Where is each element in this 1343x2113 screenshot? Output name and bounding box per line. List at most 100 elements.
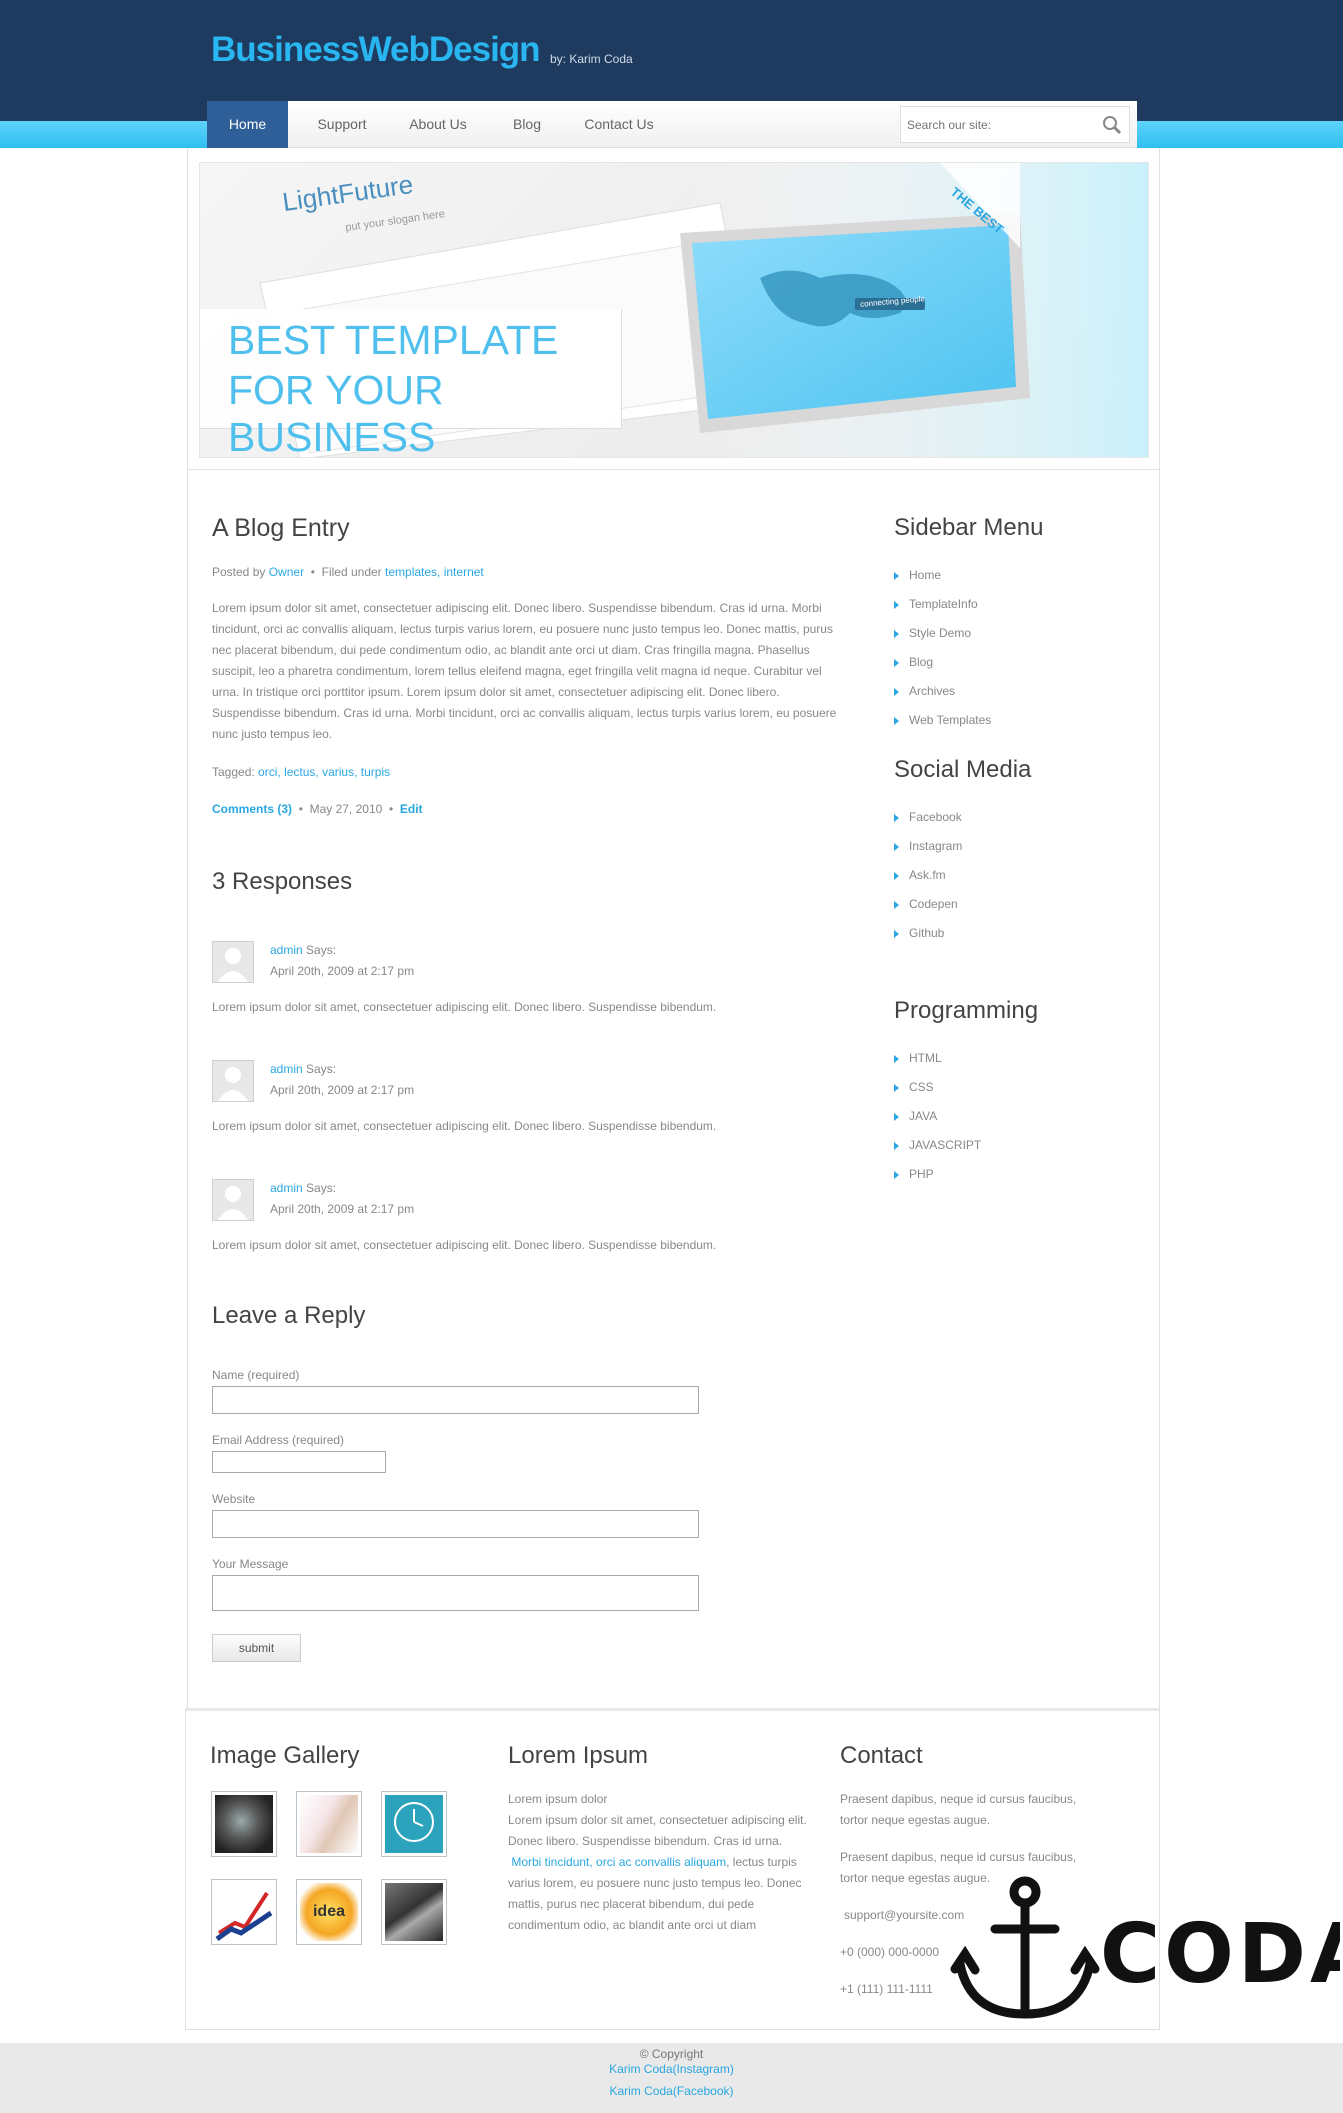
idea-text: idea [312,1903,345,1920]
contact-email-link[interactable]: support@yoursite.com [844,1905,964,1926]
lorem-line: Donec libero. Suspendisse bibendum. Cras… [508,1834,783,1848]
lorem-link[interactable]: Morbi tincidunt, orci ac convallis aliqu… [511,1855,726,1869]
lorem-line: Morbi tincidunt, orci ac convallis aliqu… [508,1852,808,1873]
prog-item-html[interactable]: HTML [894,1051,942,1065]
sidebar-item-label: PHP [909,1167,934,1181]
submit-button[interactable]: submit [212,1634,301,1662]
sidebar-item-style-demo[interactable]: Style Demo [894,626,971,640]
website-label: Website [212,1492,256,1506]
comment-author-link[interactable]: admin [270,1181,303,1195]
prog-item-javascript[interactable]: JAVASCRIPT [894,1138,981,1152]
search-box [900,106,1130,143]
bullet-icon [894,842,899,851]
prog-item-css[interactable]: CSS [894,1080,934,1094]
sidebar-item-label: Github [909,926,945,940]
social-media-title: Social Media [894,756,1032,783]
category-link[interactable]: templates [385,565,437,579]
bullet-icon [894,1083,899,1092]
headphones-image [300,1795,358,1853]
comments-link[interactable]: Comments (3) [212,802,292,816]
post-author-link[interactable]: Owner [269,565,304,579]
post-date: May 27, 2010 [309,802,383,816]
message-label: Your Message [212,1557,289,1571]
banner-divider [188,469,1159,470]
sidebar-item-label: CSS [909,1080,934,1094]
lorem-tail: , lectus turpis [726,1855,797,1869]
post-tags: Tagged: orci, lectus, varius, turpis [212,765,390,779]
lorem-line: mattis, purus nec placerat bibendum, dui… [508,1897,755,1911]
name-field-box [212,1386,699,1414]
social-item-facebook[interactable]: Facebook [894,810,962,824]
gallery-thumb[interactable] [381,1879,447,1945]
gallery-thumb[interactable] [296,1791,362,1857]
sidebar-item-label: HTML [909,1051,942,1065]
bullet-icon [894,1170,899,1179]
tag-link[interactable]: varius [322,765,354,779]
name-field[interactable] [213,1387,698,1413]
social-item-askfm[interactable]: Ask.fm [894,868,946,882]
nav-about-us[interactable]: About Us [393,101,483,148]
instagram-link[interactable]: Karim Coda(Instagram) [0,2062,1343,2076]
gallery-thumb[interactable] [381,1791,447,1857]
sidebar-item-blog[interactable]: Blog [894,655,933,669]
bullet-icon [894,813,899,822]
arrow-up-icon [215,1891,273,1942]
user-icon [218,1186,248,1220]
lorem-line: Lorem ipsum dolor [508,1792,608,1806]
social-item-instagram[interactable]: Instagram [894,839,962,853]
bullet-icon [894,571,899,580]
website-field[interactable] [213,1511,698,1537]
comment: admin Says: April 20th, 2009 at 2:17 pm … [212,941,837,1031]
sidebar-item-web-templates[interactable]: Web Templates [894,713,991,727]
banner-headline-line1: BEST TEMPLATE [228,317,559,363]
nav-support[interactable]: Support [302,101,382,148]
comment-author-link[interactable]: admin [270,943,303,957]
sidebar-item-archives[interactable]: Archives [894,684,955,698]
nav-contact-us[interactable]: Contact Us [569,101,669,148]
gallery-thumb[interactable]: idea [296,1879,362,1945]
email-field[interactable] [213,1452,385,1472]
lorem-line: condimentum odio, ac blandit ante orci u… [508,1918,757,1932]
gallery-title: Image Gallery [210,1742,360,1769]
site-logo[interactable]: BusinessWebDesign [211,30,541,70]
contact-phone-2: +1 (111) 111-1111 [840,1982,933,1996]
sidebar-item-home[interactable]: Home [894,568,941,582]
bullet-icon [894,871,899,880]
programming-title: Programming [894,997,1039,1024]
growth-chart-image [215,1883,273,1942]
social-item-github[interactable]: Github [894,926,944,940]
clock-image [385,1795,443,1853]
comment-author-line: admin Says: [270,1181,336,1195]
facebook-link[interactable]: Karim Coda(Facebook) [0,2084,1343,2098]
tag-link[interactable]: orci [258,765,277,779]
prog-item-java[interactable]: JAVA [894,1109,937,1123]
gallery-thumb[interactable] [211,1879,277,1945]
meta-separator: • [295,802,307,816]
byline: by: Karim Coda [550,52,633,66]
nav-blog[interactable]: Blog [497,101,557,148]
comment-says: Says: [306,1062,337,1076]
comment-text: Lorem ipsum dolor sit amet, consectetuer… [212,1000,717,1014]
edit-link[interactable]: Edit [400,802,423,816]
search-input[interactable] [901,107,1091,142]
post-title[interactable]: A Blog Entry [212,514,350,543]
comment-author-line: admin Says: [270,943,336,957]
tag-link[interactable]: turpis [361,765,390,779]
prog-item-php[interactable]: PHP [894,1167,934,1181]
gallery-thumb[interactable] [211,1791,277,1857]
search-icon[interactable] [1101,114,1123,136]
social-item-codepen[interactable]: Codepen [894,897,958,911]
comment-author-link[interactable]: admin [270,1062,303,1076]
handshake-image [385,1883,443,1941]
post-body: Lorem ipsum dolor sit amet, consectetuer… [212,601,837,741]
email-field-box [212,1451,386,1473]
filed-under-label: Filed under [321,565,382,579]
sidebar-item-templateinfo[interactable]: TemplateInfo [894,597,978,611]
avatar [212,1179,254,1221]
nav-home[interactable]: Home [207,101,288,148]
category-link[interactable]: internet [444,565,484,579]
tag-link[interactable]: lectus [284,765,315,779]
bullet-icon [894,600,899,609]
lorem-ipsum-title: Lorem Ipsum [508,1742,649,1769]
message-field[interactable] [213,1576,698,1610]
